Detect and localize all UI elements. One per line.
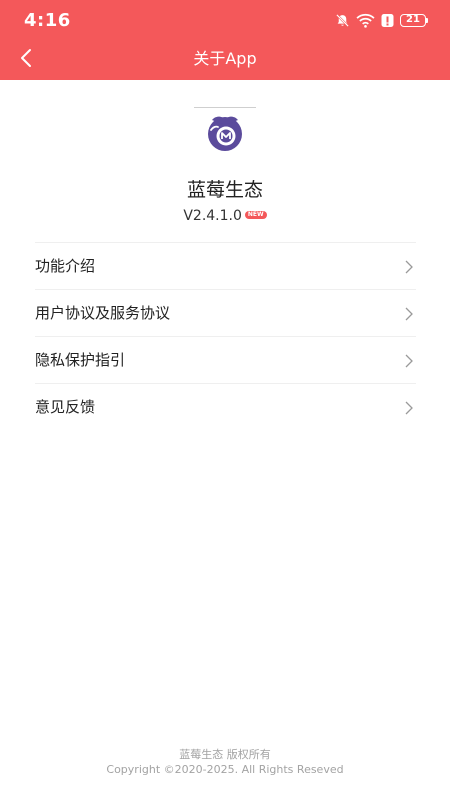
menu-list: 功能介绍 用户协议及服务协议 隐私保护指引 意见反馈 (35, 242, 416, 430)
menu-item-user-agreement[interactable]: 用户协议及服务协议 (35, 290, 416, 337)
bell-off-icon (335, 13, 350, 28)
page-title: 关于App (193, 49, 257, 68)
menu-item-label: 用户协议及服务协议 (35, 304, 171, 322)
status-bar: 4:16 21 (0, 0, 450, 40)
chevron-right-icon (404, 400, 414, 415)
battery-level: 21 (400, 13, 426, 27)
chevron-right-icon (404, 259, 414, 274)
version-row: V2.4.1.0 NEW (0, 207, 450, 225)
menu-item-label: 意见反馈 (35, 398, 96, 416)
menu-item-feedback[interactable]: 意见反馈 (35, 384, 416, 430)
chevron-right-icon (404, 353, 414, 368)
status-time: 4:16 (24, 10, 71, 31)
logo-divider (194, 107, 256, 108)
menu-item-privacy[interactable]: 隐私保护指引 (35, 337, 416, 384)
blueberry-logo-icon (203, 113, 247, 153)
wifi-icon (356, 13, 375, 28)
footer-copyright: Copyright ©2020-2025. All Rights Reseved (106, 763, 344, 776)
alert-icon (381, 13, 394, 28)
menu-item-features[interactable]: 功能介绍 (35, 243, 416, 290)
status-icons: 21 (335, 10, 428, 30)
footer-owner: 蓝莓生态 版权所有 (179, 748, 271, 761)
app-header: 4:16 21 关于App (0, 0, 450, 80)
app-name: 蓝莓生态 (186, 179, 263, 201)
version-text: V2.4.1.0 (183, 208, 242, 224)
footer: 蓝莓生态 版权所有 Copyright ©2020-2025. All Righ… (0, 748, 450, 777)
menu-item-label: 隐私保护指引 (35, 351, 126, 369)
battery-icon: 21 (400, 13, 428, 27)
chevron-right-icon (404, 306, 414, 321)
new-badge: NEW (244, 211, 267, 219)
battery-tip (426, 17, 428, 23)
title-bar: 关于App (0, 40, 450, 80)
menu-item-label: 功能介绍 (35, 257, 96, 275)
